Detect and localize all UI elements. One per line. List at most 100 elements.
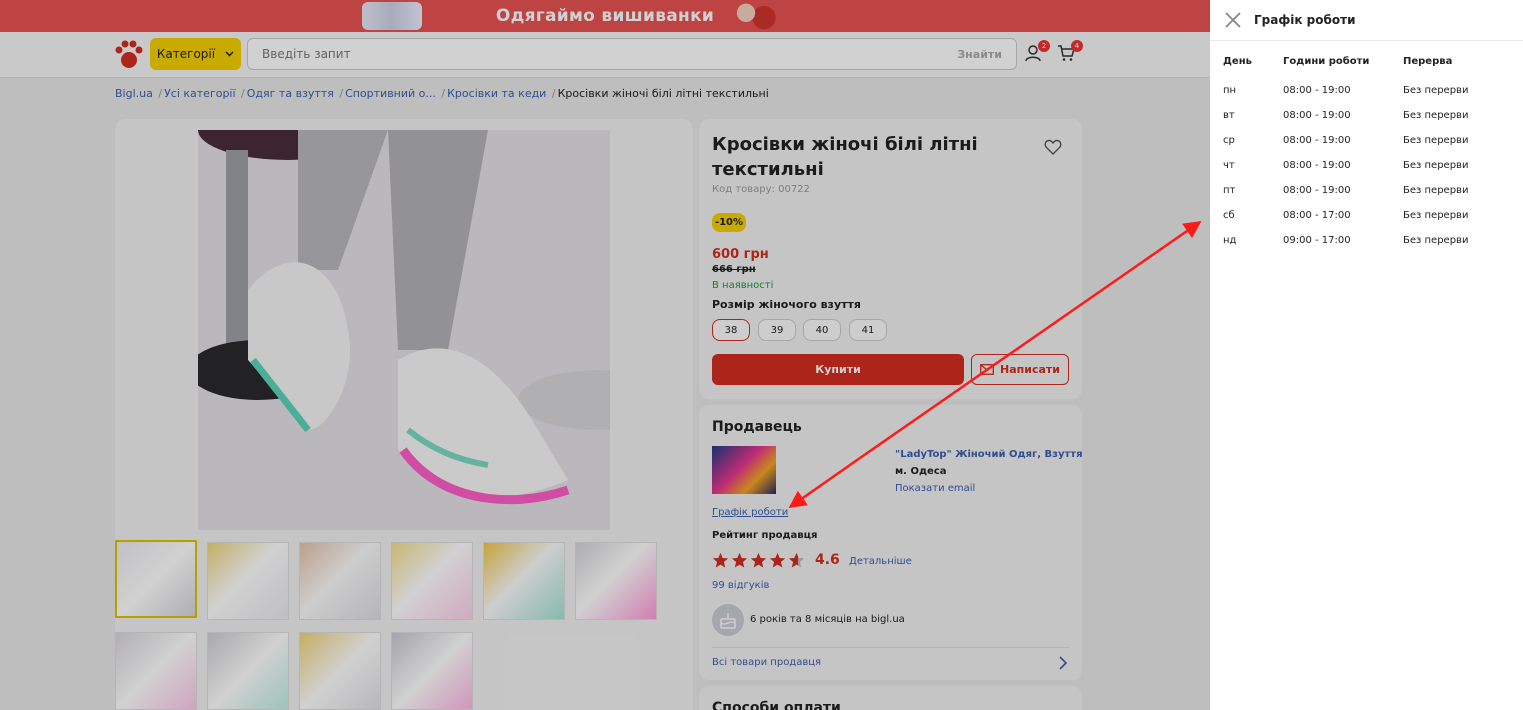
hours-cell: 08:00 - 19:00 [1283,85,1351,96]
search-placeholder: Введіть запит [262,47,351,61]
product-code: Код товару: 00722 [712,184,810,195]
size-option-41[interactable]: 41 [849,319,887,341]
product-old-price: 666 грн [712,264,756,275]
panel-title: Графік роботи [1254,13,1356,27]
break-cell: Без перерви [1403,185,1469,196]
break-cell: Без перерви [1403,135,1469,146]
thumbnail-10[interactable] [391,632,473,710]
schedule-panel: Графік роботи День Години роботи Перерва… [1210,0,1523,710]
table-row: пт 08:00 - 19:00 Без перерви [1223,178,1513,203]
day-cell: нд [1223,235,1237,246]
chevron-right-icon[interactable] [1058,656,1068,670]
divider [712,647,1069,648]
seller-age: 6 років та 8 місяців на bigl.ua [750,614,905,625]
product-page: Одягаймо вишиванки Категорії Введіть зап… [0,0,1210,710]
promo-shoes-image [362,2,422,30]
cart-badge: 4 [1071,40,1083,52]
table-row: вт 08:00 - 19:00 Без перерви [1223,103,1513,128]
star-icon [712,552,729,568]
cake-icon [712,604,744,636]
panel-divider [1210,40,1523,41]
table-row: нд 09:00 - 17:00 Без перерви [1223,228,1513,253]
mail-icon [980,364,994,375]
column-day: День [1223,55,1252,67]
table-row: пн 08:00 - 19:00 Без перерви [1223,78,1513,103]
table-row: чт 08:00 - 19:00 Без перерви [1223,153,1513,178]
day-cell: чт [1223,160,1235,171]
break-cell: Без перерви [1403,85,1469,96]
search-button[interactable]: Знайти [957,48,1002,61]
star-icon [769,552,786,568]
rating-heading: Рейтинг продавця [712,530,818,541]
promo-text: Одягаймо вишиванки [495,6,715,26]
profile-badge: 2 [1038,40,1050,52]
thumbnail-6[interactable] [575,542,657,620]
breadcrumb-sneakers[interactable]: Кросівки та кеди [447,87,546,100]
day-cell: пн [1223,85,1237,96]
all-seller-products-link[interactable]: Всі товари продавця [712,657,821,668]
thumbnail-7[interactable] [115,632,197,710]
buy-button[interactable]: Купити [712,354,964,385]
table-row: ср 08:00 - 19:00 Без перерви [1223,128,1513,153]
thumbnail-9[interactable] [299,632,381,710]
hours-cell: 08:00 - 19:00 [1283,160,1351,171]
hours-cell: 08:00 - 19:00 [1283,110,1351,121]
write-button[interactable]: Написати [971,354,1069,385]
search-input[interactable]: Введіть запит Знайти [247,38,1017,70]
thumbnail-5[interactable] [483,542,565,620]
bigl-logo-icon[interactable] [112,38,146,70]
day-cell: сб [1223,210,1235,221]
break-cell: Без перерви [1403,235,1469,246]
product-title: Кросівки жіночі білі літні текстильні [712,134,978,180]
promo-kids-image [722,0,782,32]
size-option-38[interactable]: 38 [712,319,750,341]
table-header: День Години роботи Перерва [1223,54,1513,68]
thumbnail-2[interactable] [207,542,289,620]
seller-logo[interactable] [712,446,776,494]
breadcrumb-all-categories[interactable]: Усі категорії [164,87,235,100]
discount-badge: -10% [712,213,746,232]
thumbnail-1[interactable] [115,540,197,618]
breadcrumb-current: Кросівки жіночі білі літні текстильні [557,87,769,100]
seller-name-link[interactable]: "LadyTop" Жіночий Одяг, Взуття [895,449,1083,460]
schedule-link[interactable]: Графік роботи [712,507,788,518]
reviews-link[interactable]: 99 відгуків [712,580,769,591]
cart-button[interactable]: 4 [1057,40,1083,64]
size-option-39[interactable]: 39 [758,319,796,341]
thumbnail-3[interactable] [299,542,381,620]
breadcrumb-clothing[interactable]: Одяг та взуття [247,87,334,100]
day-cell: пт [1223,185,1236,196]
sneaker-photo [198,130,610,530]
promo-banner[interactable]: Одягаймо вишиванки [0,0,1210,32]
thumbnail-8[interactable] [207,632,289,710]
breadcrumb-home[interactable]: Bigl.ua [115,87,153,100]
hours-cell: 08:00 - 19:00 [1283,185,1351,196]
break-cell: Без перерви [1403,110,1469,121]
day-cell: вт [1223,110,1235,121]
thumbnail-4[interactable] [391,542,473,620]
rating-details-link[interactable]: Детальніше [849,556,912,567]
star-half-icon [788,552,805,568]
column-hours: Години роботи [1283,55,1370,67]
hours-cell: 08:00 - 19:00 [1283,135,1351,146]
break-cell: Без перерви [1403,210,1469,221]
write-label: Написати [1000,363,1060,376]
product-main-image[interactable] [198,130,610,530]
breadcrumb-sport[interactable]: Спортивний о... [345,87,436,100]
show-email-link[interactable]: Показати email [895,483,975,494]
star-icon [731,552,748,568]
column-break: Перерва [1403,55,1453,67]
hours-cell: 09:00 - 17:00 [1283,235,1351,246]
categories-button[interactable]: Категорії [150,38,241,70]
seller-city: м. Одеса [895,466,947,477]
product-price: 600 грн [712,247,769,262]
close-icon[interactable] [1224,11,1242,29]
heart-icon[interactable] [1044,138,1062,156]
day-cell: ср [1223,135,1235,146]
seller-heading: Продавець [712,419,802,435]
size-option-40[interactable]: 40 [803,319,841,341]
size-label: Розмір жіночого взуття [712,298,861,311]
profile-button[interactable]: 2 [1024,40,1050,64]
table-row: сб 08:00 - 17:00 Без перерви [1223,203,1513,228]
payment-heading: Способи оплати [712,700,841,710]
